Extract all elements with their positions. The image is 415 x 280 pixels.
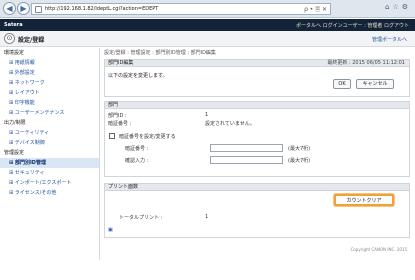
dept-heading: 部門 <box>108 102 119 108</box>
sidebar-item-label: ユーティリティ <box>14 130 50 136</box>
sidebar-item-layout[interactable]: ⊞ レイアウト <box>0 88 99 98</box>
sidebar: 環境設定 ⊞ 用紙情報 ⊞ 外部設定 ⊞ ネットワーク ⊞ レイアウト ⊞ 印字… <box>0 48 100 260</box>
sidebar-item-label: セキュリティ <box>14 170 45 176</box>
dept-id-label: 部門ID : <box>108 113 127 119</box>
sidebar-item-label: ライセンス/その他 <box>14 190 57 196</box>
confirm-label: 確認入力 : <box>125 158 149 164</box>
sidebar-heading: 出力/制限 <box>4 120 26 126</box>
confirm-hint: (最大7桁) <box>288 158 311 164</box>
sidebar-item-label: 部門別ID管理 <box>14 160 46 166</box>
sidebar-item-import-export[interactable]: ⊞ インポート/エクスポート <box>0 178 99 188</box>
edit-section-header: 部門ID編集 最終更新 : 2015 06/05 11:12:01 <box>104 59 410 67</box>
browser-toolbar: ◀ ▶ http://192.168.1.82/ldeptL.cgi?actio… <box>0 0 415 18</box>
sidebar-item-label: デバイス制御 <box>14 140 45 146</box>
sidebar-item-print-func[interactable]: ⊞ 印字機能 <box>0 98 99 108</box>
page-icon <box>35 6 42 13</box>
sidebar-heading: 管理設定 <box>4 150 25 156</box>
set-pin-checkbox[interactable] <box>109 133 115 139</box>
print-heading: プリント面数 <box>108 184 139 190</box>
total-print-label: トータルプリント : <box>119 215 163 221</box>
pin-hint: (最大7桁) <box>288 146 311 152</box>
sidebar-item-label: ネットワーク <box>14 80 45 86</box>
total-print-value: 1 <box>205 214 209 220</box>
url-text: http://192.168.1.82/ldeptL.cgi?action=ED… <box>45 6 159 12</box>
set-pin-label: 暗証番号を設定/変更する <box>119 134 176 140</box>
sidebar-item-paper[interactable]: ⊞ 用紙情報 <box>0 58 99 68</box>
cancel-button[interactable]: キャンセル <box>356 79 394 89</box>
sidebar-item-device[interactable]: ⊞ デバイス制御 <box>0 138 99 148</box>
sidebar-item-label: レイアウト <box>14 90 40 96</box>
ok-button[interactable]: OK <box>333 79 351 89</box>
count-clear-button[interactable]: カウントクリア <box>334 194 394 206</box>
sidebar-item-label: インポート/エクスポート <box>14 180 72 186</box>
app-header: Satera ポータルへ ログインユーザー : 管理者 ログアウト <box>0 19 415 31</box>
browser-menu-icons[interactable]: ⌂☆⚙ <box>385 3 411 11</box>
print-section: カウントクリア トータルプリント : 1 ▣ <box>104 191 410 238</box>
edit-note: 以下の設定を変更します。 <box>108 73 168 79</box>
last-updated: 最終更新 : 2015 06/05 11:12:01 <box>327 60 405 66</box>
sidebar-item-network[interactable]: ⊞ ネットワーク <box>0 78 99 88</box>
sidebar-item-utility[interactable]: ⊞ ユーティリティ <box>0 128 99 138</box>
edit-heading: 部門ID編集 <box>108 60 134 66</box>
back-icon[interactable]: ◀ <box>3 2 16 15</box>
page-top-icon[interactable]: ▣ <box>108 227 113 233</box>
title-bar: ⊙ 設定/登録 管理ポータルへ <box>0 31 415 47</box>
address-tools[interactable]: ρ • 🗎 ✕ <box>304 5 327 15</box>
sidebar-item-label: 外部設定 <box>14 70 35 76</box>
sidebar-item-user-maint[interactable]: ⊞ ユーザーメンテナンス <box>0 108 99 118</box>
sidebar-item-license[interactable]: ⊞ ライセンス/その他 <box>0 188 99 198</box>
sidebar-item-security[interactable]: ⊞ セキュリティ <box>0 168 99 178</box>
pin-status-value: 設定されていません。 <box>205 121 255 127</box>
confirm-input[interactable] <box>210 156 283 164</box>
print-section-header: プリント面数 <box>104 183 410 191</box>
address-bar[interactable]: http://192.168.1.82/ldeptL.cgi?action=ED… <box>31 3 331 15</box>
portal-link[interactable]: 管理ポータルへ <box>372 36 407 43</box>
pin-status-label: 暗証番号 : <box>108 121 132 127</box>
sidebar-item-label: 用紙情報 <box>14 60 35 66</box>
sidebar-item-label: 印字機能 <box>14 100 35 106</box>
sidebar-item-external[interactable]: ⊞ 外部設定 <box>0 68 99 78</box>
copyright: Copyright CANON INC. 2015 <box>350 247 407 252</box>
breadcrumb: 設定/登録 : 管理設定 : 部門別ID管理 : 部門ID編集 <box>104 50 216 56</box>
pin-label: 暗証番号 : <box>125 146 149 152</box>
dept-section-header: 部門 <box>104 101 410 109</box>
header-links[interactable]: ポータルへ ログインユーザー : 管理者 ログアウト <box>296 22 409 29</box>
sidebar-item-label: ユーザーメンテナンス <box>14 110 65 116</box>
dept-section: 部門ID : 1 暗証番号 : 設定されていません。 暗証番号を設定/変更する … <box>104 109 410 177</box>
app-name: Satera <box>4 22 23 28</box>
page-title: 設定/登録 <box>18 37 45 44</box>
edit-section: 以下の設定を変更します。 OK キャンセル <box>104 67 410 97</box>
dept-id-value: 1 <box>205 112 209 118</box>
settings-back-icon[interactable]: ⊙ <box>4 33 15 44</box>
sidebar-heading: 環境設定 <box>4 50 25 56</box>
pin-input[interactable] <box>210 144 283 152</box>
main-content: 設定/登録 : 管理設定 : 部門別ID管理 : 部門ID編集 部門ID編集 最… <box>104 48 410 246</box>
forward-icon[interactable]: ▶ <box>17 2 30 15</box>
sidebar-item-dept-id[interactable]: ⊞ 部門別ID管理 <box>0 158 99 168</box>
